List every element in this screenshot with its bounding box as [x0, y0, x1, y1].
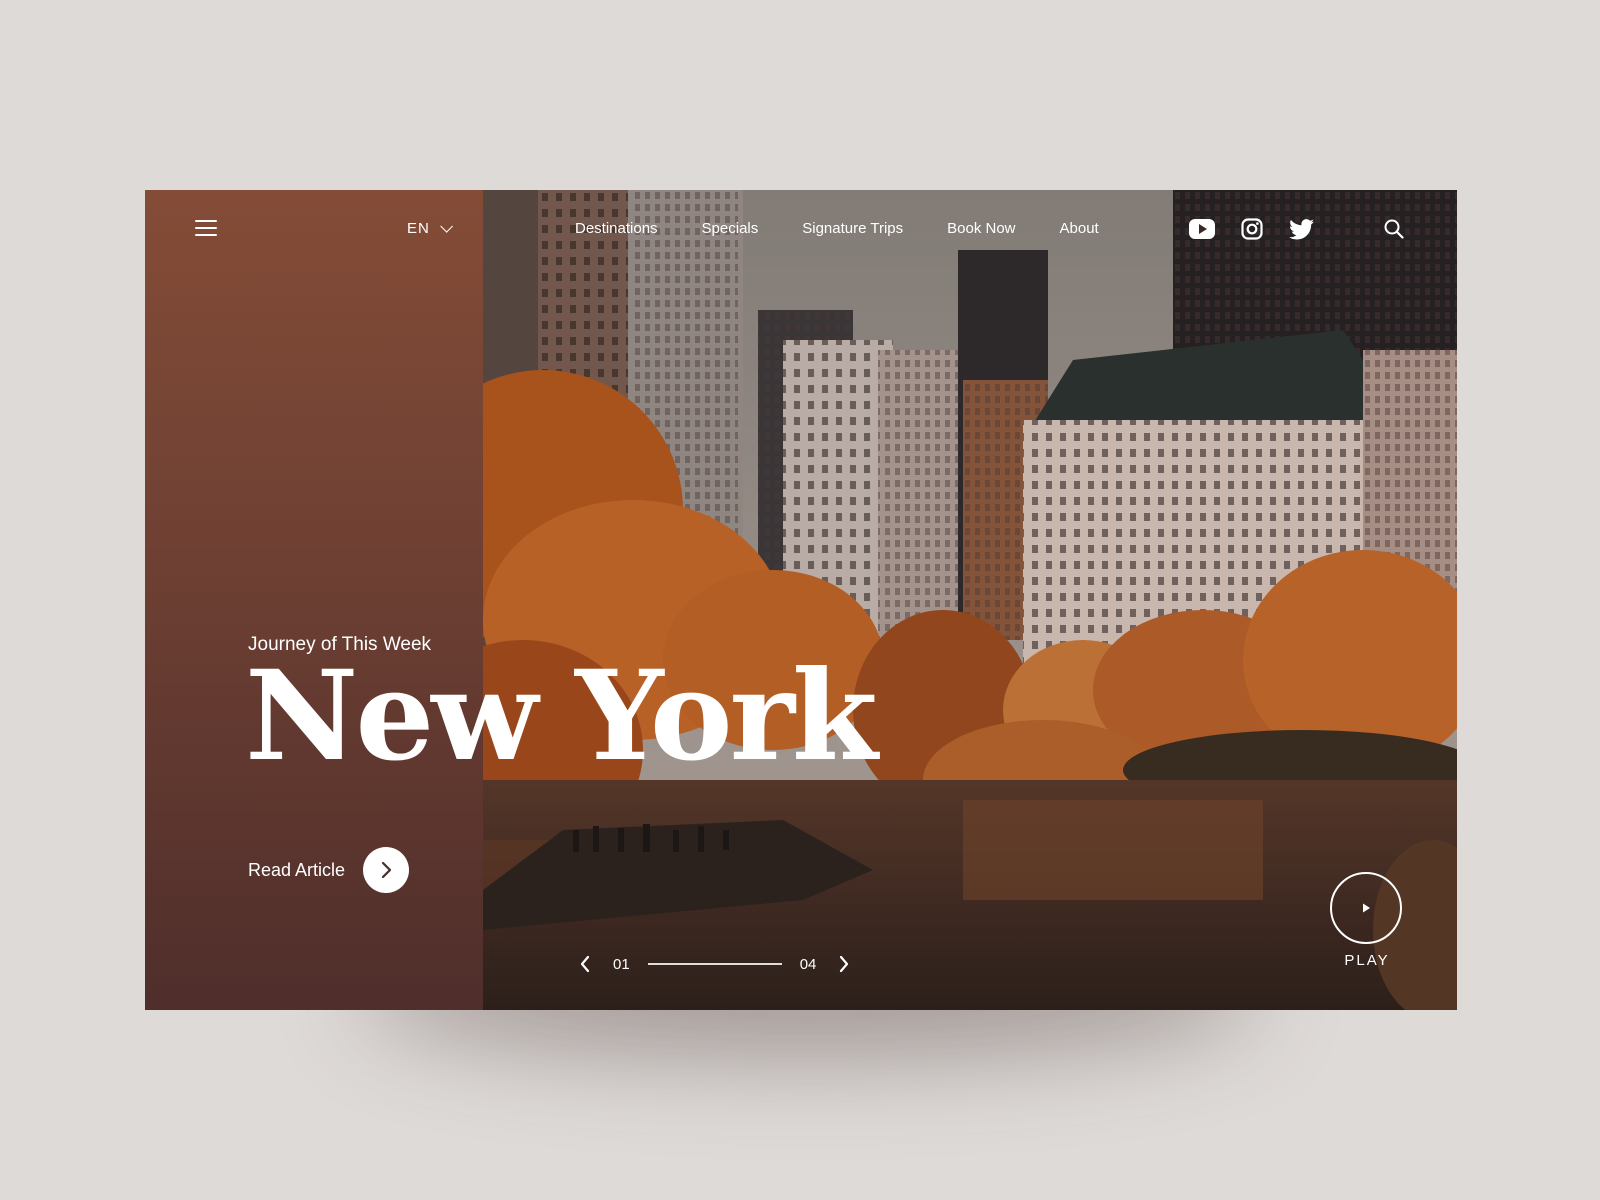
read-article-label: Read Article	[248, 859, 346, 880]
hero-photo-new-york	[483, 190, 1457, 1010]
chevron-right-icon[interactable]	[834, 954, 854, 974]
social-links	[1188, 216, 1316, 242]
hamburger-menu-icon[interactable]	[195, 220, 217, 236]
nav-about[interactable]: About	[1060, 220, 1099, 237]
hero-card: EN Destinations Specials Signature Trips…	[145, 190, 1457, 1010]
nav-specials[interactable]: Specials	[702, 220, 759, 237]
search-icon[interactable]	[1383, 218, 1405, 240]
language-selector[interactable]: EN	[407, 220, 453, 237]
play-label: PLAY	[1344, 952, 1390, 969]
hero-photo-illustration	[483, 190, 1457, 1010]
nav-signature-trips[interactable]: Signature Trips	[802, 220, 903, 237]
language-label: EN	[407, 220, 430, 237]
instagram-icon[interactable]	[1238, 216, 1266, 242]
nav-book-now[interactable]: Book Now	[947, 220, 1015, 237]
slide-current: 01	[613, 955, 630, 973]
play-button[interactable]	[1330, 872, 1402, 944]
youtube-icon[interactable]	[1188, 216, 1216, 242]
slide-progress-track	[647, 963, 782, 965]
read-article-button[interactable]: Read Article	[248, 847, 410, 893]
chevron-left-icon[interactable]	[575, 954, 595, 974]
arrow-right-icon	[363, 847, 410, 893]
play-icon	[1363, 903, 1370, 913]
slide-pagination: 01 04	[575, 954, 854, 974]
slide-total: 04	[799, 955, 817, 973]
twitter-icon[interactable]	[1288, 216, 1316, 242]
main-nav: Destinations Specials Signature Trips Bo…	[575, 220, 1143, 237]
hero-title: New York	[245, 644, 878, 789]
nav-destinations[interactable]: Destinations	[575, 220, 658, 237]
